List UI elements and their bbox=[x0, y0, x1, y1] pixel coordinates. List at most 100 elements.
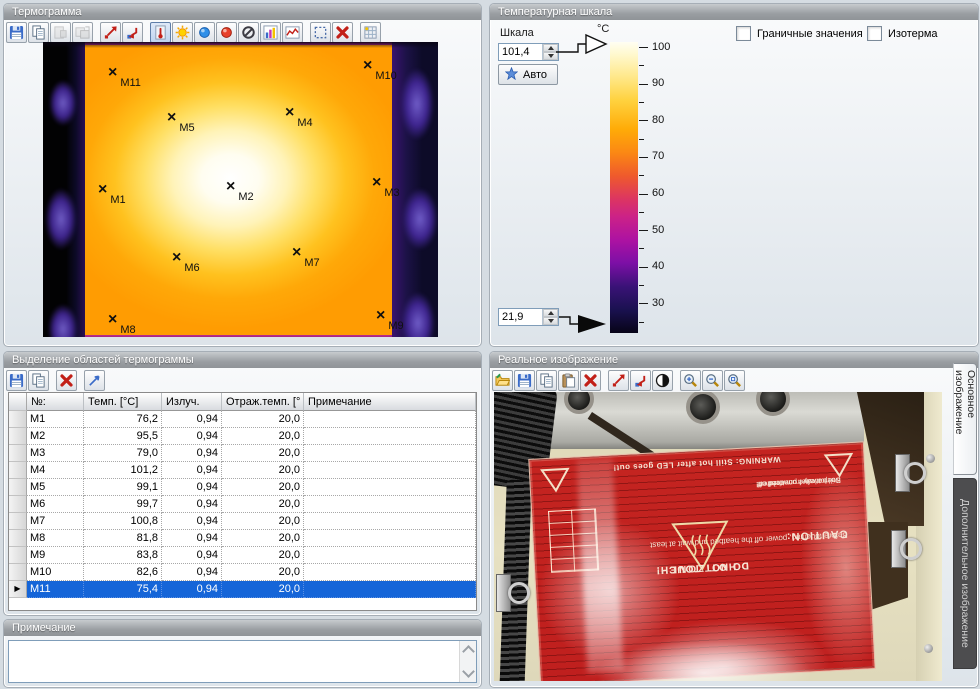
boundary-values-checkbox[interactable] bbox=[736, 26, 751, 41]
cell-temp[interactable]: 100,8 bbox=[84, 513, 162, 530]
row-selector[interactable] bbox=[9, 530, 27, 547]
report-button[interactable] bbox=[50, 22, 71, 43]
tab-additional-image[interactable]: Дополнительное изображение bbox=[953, 478, 977, 669]
pointer-button[interactable] bbox=[84, 370, 105, 391]
cell-note[interactable] bbox=[304, 445, 476, 462]
cell-emissivity[interactable]: 0,94 bbox=[162, 479, 222, 496]
cell-id[interactable]: M8 bbox=[27, 530, 84, 547]
thermometer-button[interactable] bbox=[150, 22, 171, 43]
row-selector[interactable] bbox=[9, 547, 27, 564]
color-scale-bar[interactable] bbox=[610, 42, 638, 333]
select-area-button[interactable] bbox=[310, 22, 331, 43]
palette-grid-button[interactable] bbox=[360, 22, 381, 43]
isotherm-checkbox[interactable] bbox=[867, 26, 882, 41]
note-scrollbar[interactable] bbox=[459, 641, 476, 682]
column-header[interactable]: Темп. [°C] bbox=[84, 393, 162, 411]
cell-emissivity[interactable]: 0,94 bbox=[162, 428, 222, 445]
measure-marker-M6[interactable]: ×M6 bbox=[178, 254, 203, 272]
scale-min-down-button[interactable] bbox=[543, 317, 558, 325]
cell-reflected-temp[interactable]: 20,0 bbox=[222, 496, 304, 513]
cell-temp[interactable]: 76,2 bbox=[84, 411, 162, 428]
table-row-M7[interactable]: M7100,80,9420,0 bbox=[9, 513, 476, 530]
cell-temp[interactable]: 95,5 bbox=[84, 428, 162, 445]
cell-note[interactable] bbox=[304, 428, 476, 445]
cell-temp[interactable]: 101,2 bbox=[84, 462, 162, 479]
measure-marker-M5[interactable]: ×M5 bbox=[173, 114, 198, 132]
cell-note[interactable] bbox=[304, 411, 476, 428]
cell-emissivity[interactable]: 0,94 bbox=[162, 564, 222, 581]
table-row-M8[interactable]: M881,80,9420,0 bbox=[9, 530, 476, 547]
cell-reflected-temp[interactable]: 20,0 bbox=[222, 547, 304, 564]
cell-id[interactable]: M2 bbox=[27, 428, 84, 445]
row-selector[interactable] bbox=[9, 462, 27, 479]
scale-max-down-button[interactable] bbox=[543, 52, 558, 60]
table-row-M11[interactable]: ▶M1175,40,9420,0 bbox=[9, 581, 476, 598]
cell-note[interactable] bbox=[304, 530, 476, 547]
save-button[interactable] bbox=[6, 370, 27, 391]
row-selector[interactable] bbox=[9, 445, 27, 462]
scale-max-input[interactable] bbox=[499, 44, 542, 60]
copy-button[interactable] bbox=[536, 370, 557, 391]
row-selector[interactable] bbox=[9, 428, 27, 445]
auto-scale-button[interactable]: Авто bbox=[498, 64, 558, 85]
cell-note[interactable] bbox=[304, 581, 476, 598]
cell-reflected-temp[interactable]: 20,0 bbox=[222, 581, 304, 598]
note-input[interactable] bbox=[9, 641, 459, 682]
column-header[interactable]: Отраж.темп. [° bbox=[222, 393, 304, 411]
cell-id[interactable]: M1 bbox=[27, 411, 84, 428]
scroll-up-icon[interactable] bbox=[462, 645, 475, 658]
move-area-button[interactable] bbox=[122, 22, 143, 43]
row-selector[interactable] bbox=[9, 411, 27, 428]
cell-temp[interactable]: 83,8 bbox=[84, 547, 162, 564]
histogram-button[interactable] bbox=[260, 22, 281, 43]
measure-marker-M7[interactable]: ×M7 bbox=[298, 249, 323, 267]
cell-id[interactable]: M7 bbox=[27, 513, 84, 530]
cell-reflected-temp[interactable]: 20,0 bbox=[222, 411, 304, 428]
save-button[interactable] bbox=[6, 22, 27, 43]
cell-note[interactable] bbox=[304, 547, 476, 564]
table-row-M9[interactable]: M983,80,9420,0 bbox=[9, 547, 476, 564]
contrast-button[interactable] bbox=[652, 370, 673, 391]
scale-min-up-button[interactable] bbox=[543, 309, 558, 317]
cell-id[interactable]: M11 bbox=[27, 581, 84, 598]
cell-temp[interactable]: 82,6 bbox=[84, 564, 162, 581]
cell-id[interactable]: M5 bbox=[27, 479, 84, 496]
cell-temp[interactable]: 75,4 bbox=[84, 581, 162, 598]
cell-id[interactable]: M10 bbox=[27, 564, 84, 581]
hot-spot-button[interactable] bbox=[172, 22, 193, 43]
measure-marker-M10[interactable]: ×M10 bbox=[369, 62, 400, 80]
cell-id[interactable]: M9 bbox=[27, 547, 84, 564]
zoom-in-button[interactable] bbox=[680, 370, 701, 391]
table-row-M10[interactable]: M1082,60,9420,0 bbox=[9, 564, 476, 581]
column-header[interactable]: Излуч. bbox=[162, 393, 222, 411]
tab-main-image[interactable]: Основное изображение bbox=[953, 363, 977, 475]
cell-note[interactable] bbox=[304, 513, 476, 530]
cell-reflected-temp[interactable]: 20,0 bbox=[222, 479, 304, 496]
column-header[interactable]: Примечание bbox=[304, 393, 476, 411]
table-row-M4[interactable]: M4101,20,9420,0 bbox=[9, 462, 476, 479]
cell-id[interactable]: M4 bbox=[27, 462, 84, 479]
thermogram-image[interactable]: ×M11×M10×M5×M4×M1×M2×M3×M6×M7×M8×M9 bbox=[43, 42, 438, 337]
table-row-M2[interactable]: M295,50,9420,0 bbox=[9, 428, 476, 445]
cell-emissivity[interactable]: 0,94 bbox=[162, 547, 222, 564]
table-row-M5[interactable]: M599,10,9420,0 bbox=[9, 479, 476, 496]
delete-button[interactable] bbox=[56, 370, 77, 391]
cell-reflected-temp[interactable]: 20,0 bbox=[222, 530, 304, 547]
zoom-out-button[interactable] bbox=[702, 370, 723, 391]
measure-marker-M1[interactable]: ×M1 bbox=[104, 186, 129, 204]
row-selector[interactable] bbox=[9, 564, 27, 581]
cell-note[interactable] bbox=[304, 462, 476, 479]
cell-reflected-temp[interactable]: 20,0 bbox=[222, 462, 304, 479]
cell-temp[interactable]: 79,0 bbox=[84, 445, 162, 462]
open-button[interactable] bbox=[492, 370, 513, 391]
measure-marker-M11[interactable]: ×M11 bbox=[114, 69, 144, 87]
profile-button[interactable] bbox=[282, 22, 303, 43]
cell-temp[interactable]: 99,1 bbox=[84, 479, 162, 496]
move-marker-button[interactable] bbox=[100, 22, 121, 43]
table-row-M6[interactable]: M699,70,9420,0 bbox=[9, 496, 476, 513]
cell-emissivity[interactable]: 0,94 bbox=[162, 530, 222, 547]
column-header[interactable]: №: bbox=[27, 393, 84, 411]
scale-max-up-button[interactable] bbox=[543, 44, 558, 52]
cell-reflected-temp[interactable]: 20,0 bbox=[222, 445, 304, 462]
cell-note[interactable] bbox=[304, 479, 476, 496]
